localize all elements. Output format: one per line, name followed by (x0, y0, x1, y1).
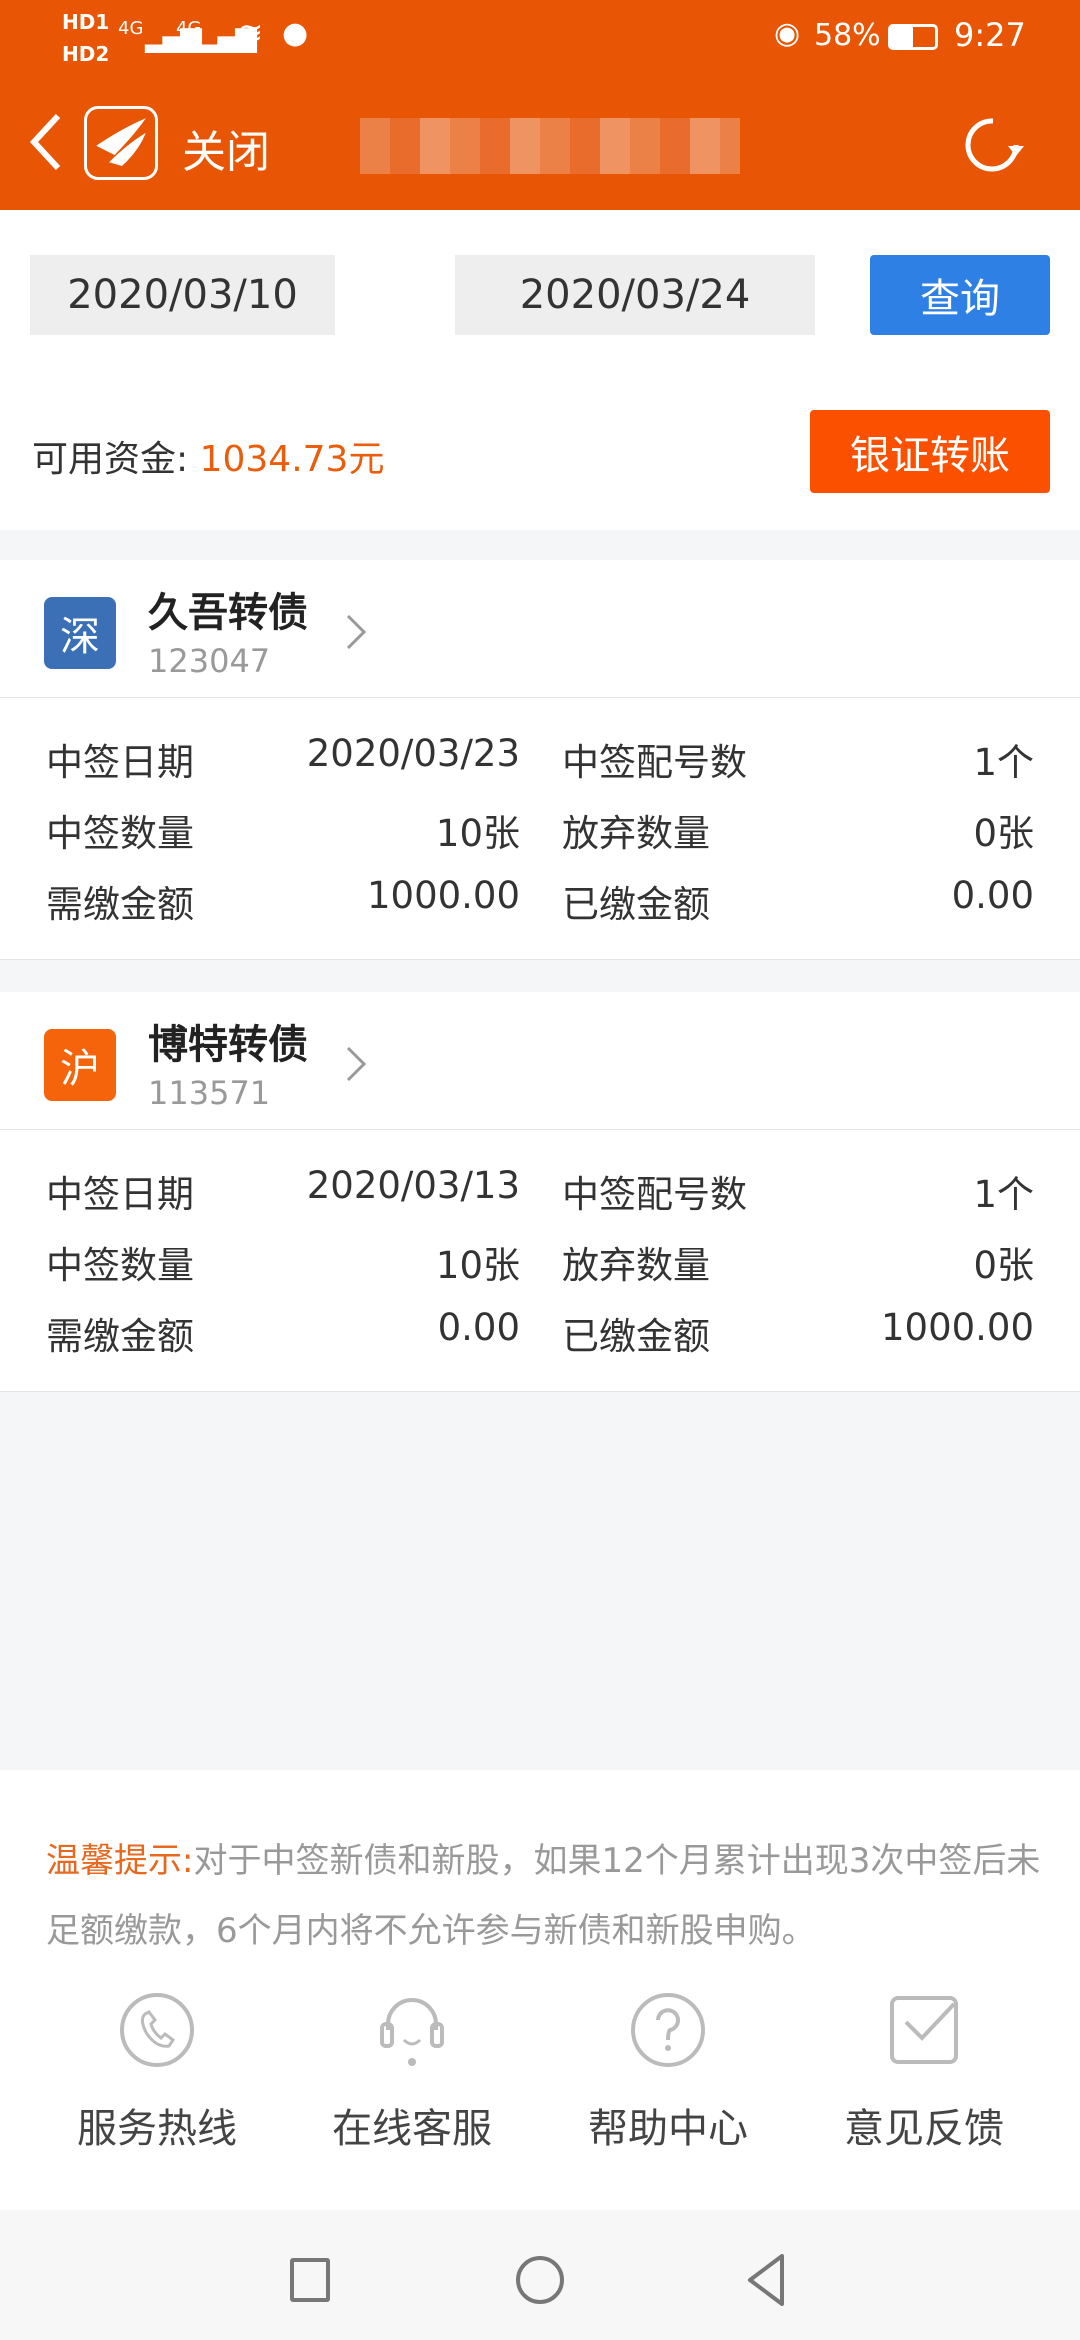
warm-tip: 温馨提示:对于中签新债和新股，如果12个月累计出现3次中签后未足额缴款，6个月内… (46, 1826, 1046, 1966)
field-value: 2020/03/13 (306, 1164, 520, 1207)
battery-percent: 58% (814, 18, 881, 53)
field-label: 中签日期 (46, 741, 194, 784)
detail-row: 需缴金额 0.00 已缴金额 1000.00 (0, 1306, 1080, 1366)
field-label: 中签日期 (46, 1173, 194, 1216)
field-value: 0.00 (437, 1306, 520, 1349)
feedback-icon (890, 1996, 958, 2064)
bond-name: 久吾转债 (148, 590, 308, 636)
field-value: 1000.00 (366, 874, 520, 917)
service-label: 服务热线 (77, 2106, 237, 2152)
help-icon (631, 1993, 705, 2067)
field-value: 2020/03/23 (306, 732, 520, 775)
bond-code: 123047 (148, 642, 271, 680)
app-logo (84, 106, 158, 180)
field-label: 放弃数量 (562, 1244, 710, 1287)
field-label: 需缴金额 (46, 883, 194, 926)
sim-indicator: HD2 (62, 42, 110, 66)
field-value: 1个 (973, 741, 1034, 784)
field-label: 需缴金额 (46, 1315, 194, 1358)
detail-row: 中签数量 10张 放弃数量 0张 (0, 803, 1080, 863)
field-label: 已缴金额 (562, 1315, 710, 1358)
field-value: 0张 (973, 812, 1034, 855)
service-hotline-button[interactable]: 服务热线 (47, 1990, 267, 2154)
help-center-button[interactable]: 帮助中心 (558, 1990, 778, 2154)
field-value: 10张 (435, 812, 520, 855)
service-label: 帮助中心 (588, 2106, 748, 2152)
field-value: 0张 (973, 1244, 1034, 1287)
field-label: 中签数量 (46, 812, 194, 855)
refresh-icon[interactable] (958, 110, 1028, 180)
market-badge: 深 (44, 597, 116, 669)
market-badge: 沪 (44, 1029, 116, 1101)
back-nav-icon[interactable] (744, 2252, 788, 2308)
network-label: 4G (176, 18, 202, 39)
eye-comfort-icon: ◉ (774, 16, 801, 51)
bond-header[interactable]: 沪 博特转债 113571 (0, 992, 1080, 1130)
feedback-button[interactable]: 意见反馈 (814, 1990, 1034, 2154)
headset-icon (380, 1998, 444, 2066)
field-label: 中签配号数 (562, 1173, 747, 1216)
field-label: 放弃数量 (562, 812, 710, 855)
detail-row: 中签日期 2020/03/23 中签配号数 1个 (0, 732, 1080, 792)
redacted-title (360, 118, 740, 174)
field-label: 中签配号数 (562, 741, 747, 784)
chevron-right-icon[interactable] (342, 1044, 370, 1084)
recent-apps-icon[interactable] (290, 2258, 330, 2302)
detail-row: 中签日期 2020/03/13 中签配号数 1个 (0, 1164, 1080, 1224)
sim-indicator: HD1 (62, 10, 110, 34)
field-label: 已缴金额 (562, 883, 710, 926)
detail-row: 需缴金额 1000.00 已缴金额 0.00 (0, 874, 1080, 934)
home-icon[interactable] (516, 2256, 564, 2304)
funds-value: 1034.73元 (199, 439, 385, 480)
funds-label: 可用资金: (32, 439, 200, 480)
network-label: 4G (118, 18, 144, 39)
query-button[interactable]: 查询 (870, 255, 1050, 335)
online-service-button[interactable]: 在线客服 (302, 1990, 522, 2154)
wechat-icon: ● (282, 16, 309, 51)
bond-code: 113571 (148, 1074, 271, 1112)
bond-card: 沪 博特转债 113571 中签日期 2020/03/13 中签配号数 1个 中签数量… (0, 992, 1080, 1392)
field-value: 1000.00 (880, 1306, 1034, 1349)
bond-header[interactable]: 深 久吾转债 123047 (0, 560, 1080, 698)
field-value: 1个 (973, 1173, 1034, 1216)
phone-icon (120, 1993, 194, 2067)
service-label: 在线客服 (332, 2106, 492, 2152)
chevron-right-icon[interactable] (342, 612, 370, 652)
clock: 9:27 (954, 16, 1026, 54)
bond-card: 深 久吾转债 123047 中签日期 2020/03/23 中签配号数 1个 中签数量… (0, 560, 1080, 960)
end-date-field[interactable]: 2020/03/24 (455, 255, 815, 335)
available-funds: 可用资金: 1034.73元 (32, 430, 384, 482)
bond-name: 博特转债 (148, 1022, 308, 1068)
field-value: 0.00 (951, 874, 1034, 917)
service-label: 意见反馈 (844, 2106, 1004, 2152)
back-icon[interactable] (28, 112, 64, 172)
battery-icon (888, 24, 938, 50)
tip-title: 温馨提示: (46, 1841, 194, 1881)
field-value: 10张 (435, 1244, 520, 1287)
wifi-icon: ≋ (238, 16, 264, 51)
detail-row: 中签数量 10张 放弃数量 0张 (0, 1235, 1080, 1295)
tip-text: 对于中签新债和新股，如果12个月累计出现3次中签后未足额缴款，6个月内将不允许参… (46, 1841, 1041, 1951)
start-date-field[interactable]: 2020/03/10 (30, 255, 335, 335)
close-button[interactable]: 关闭 (182, 116, 270, 180)
bank-transfer-button[interactable]: 银证转账 (810, 410, 1050, 493)
field-label: 中签数量 (46, 1244, 194, 1287)
